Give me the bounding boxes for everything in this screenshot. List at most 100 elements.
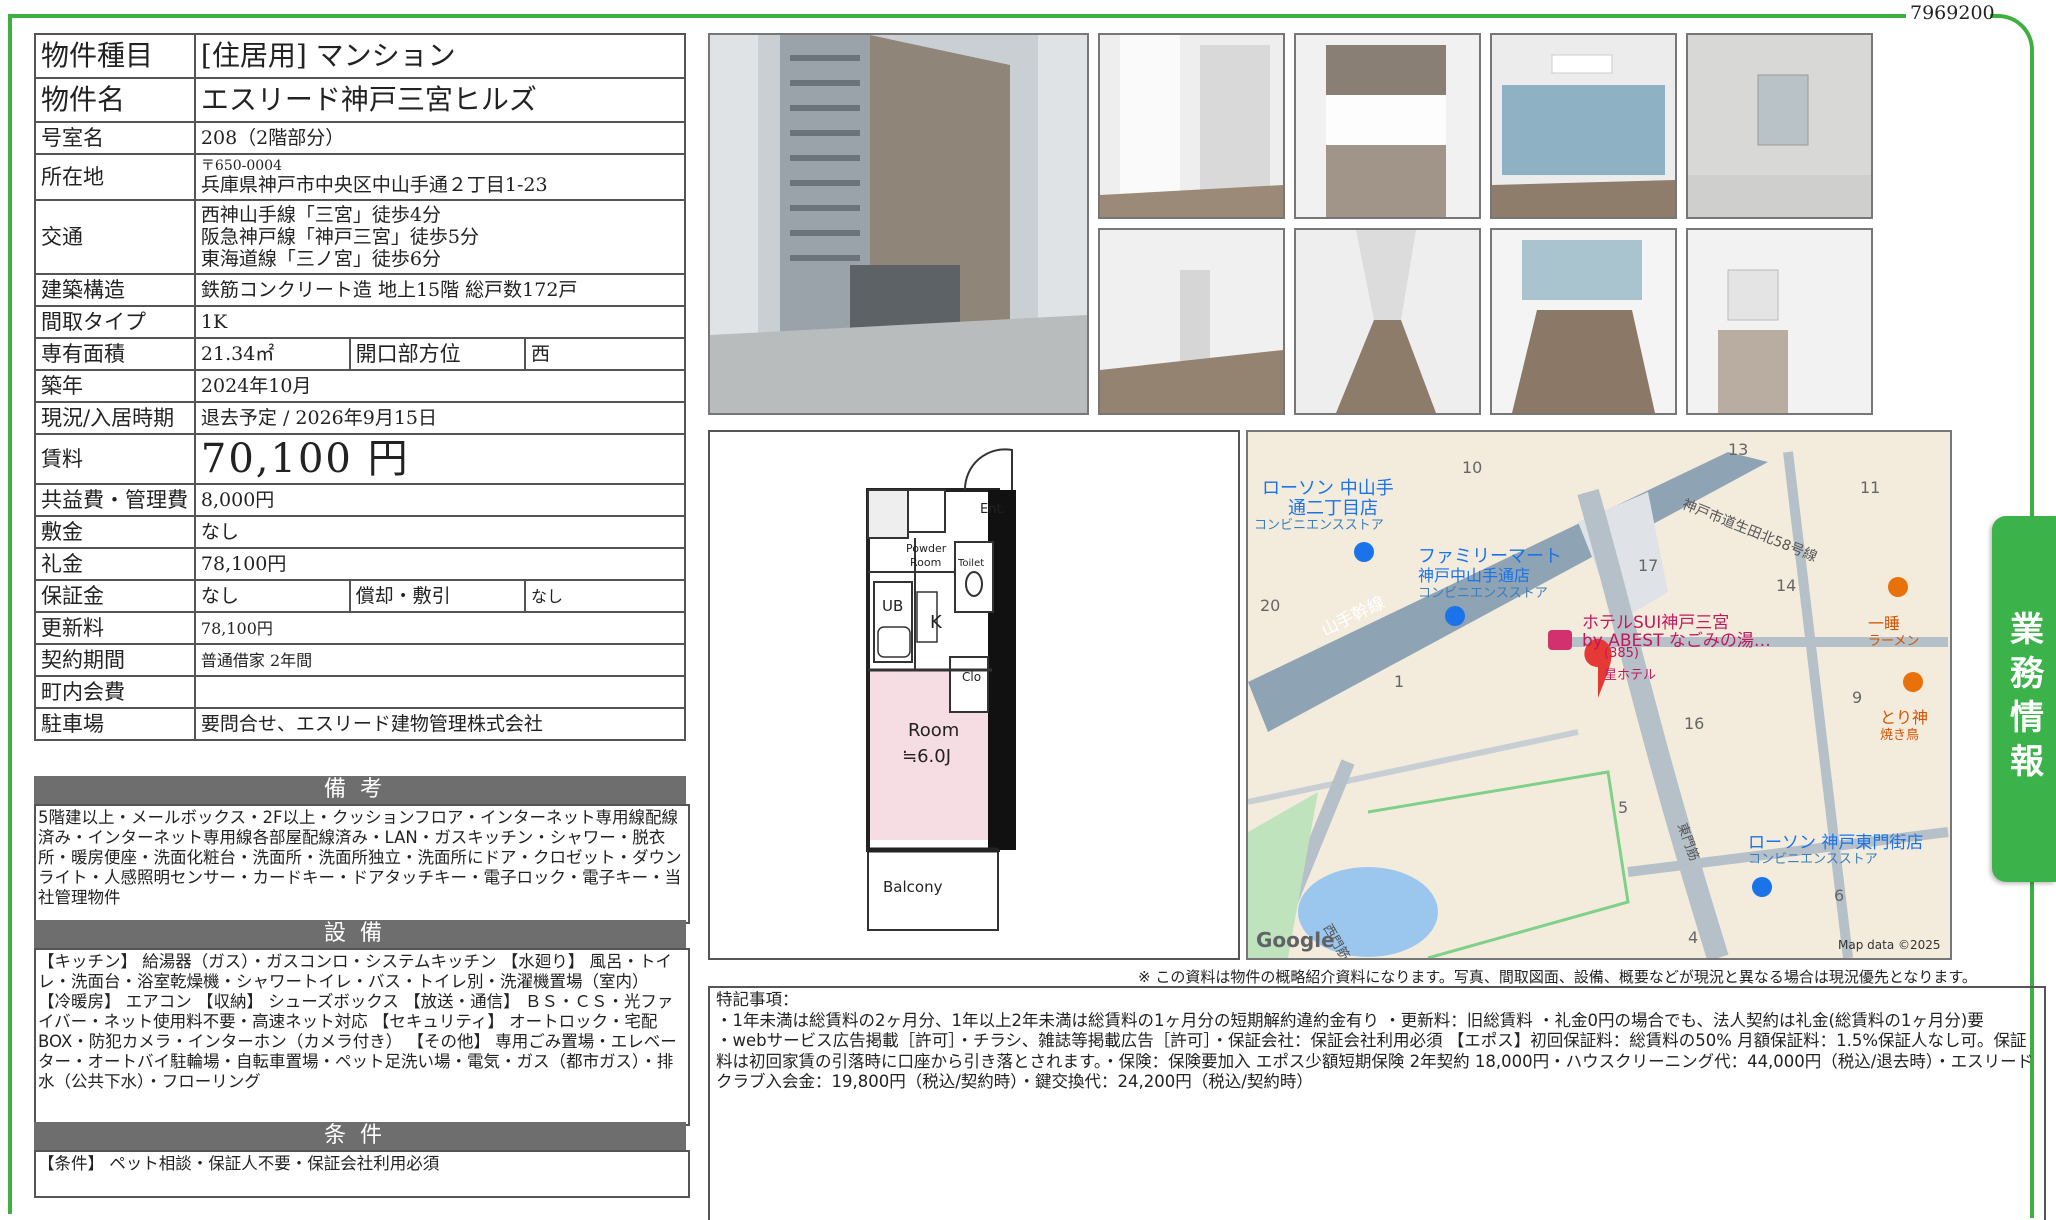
status-value: 退去予定 / 2026年9月15日 [193, 401, 687, 435]
map-label: (385) [1604, 646, 1639, 661]
map-block-number: 20 [1260, 596, 1281, 615]
access-line: 東海道線「三ノ宮」徒歩6分 [200, 248, 441, 270]
parking-label: 駐車場 [34, 707, 196, 741]
map-label: 星ホテル [1604, 668, 1657, 683]
plan-room-label: Room [908, 720, 960, 741]
remarks-line: ・1年未満は総賃料の2ヶ月分、1年以上2年未満は総賃料の1ヶ月分の短期解約違約金… [716, 1010, 1984, 1030]
type-value: [住居用] マンション [193, 33, 687, 79]
address-text: 兵庫県神戸市中央区中山手通２丁目1-23 [200, 173, 548, 196]
address-value: 〒650-0004 兵庫県神戸市中央区中山手通２丁目1-23 [193, 153, 687, 201]
setsubi-text: 【キッチン】 給湯器（ガス）・ガスコンロ・システムキッチン 【水廻り】 風呂・ト… [34, 948, 690, 1126]
map-block-number: 4 [1688, 928, 1699, 947]
rent-value: 70,100 円 [193, 433, 687, 485]
floor-plan: Ent. Powder Room Toilet UB K Clo Room ≒6… [708, 430, 1240, 960]
plan-k-label: K [930, 612, 942, 633]
structure-value: 鉄筋コンクリート造 地上15階 総戸数172戸 [193, 273, 687, 307]
map-label: コンビニエンスストア [1418, 586, 1548, 601]
structure-label: 建築構造 [34, 273, 196, 307]
plan-powder-label: Powder [906, 542, 947, 555]
contract-label: 契約期間 [34, 643, 196, 677]
renewal-value: 78,100円 [193, 611, 687, 645]
business-info-tab[interactable]: 業務情報 [1992, 516, 2056, 882]
google-logo: Google [1256, 928, 1335, 952]
map-label: コンビニエンスストア [1254, 518, 1384, 533]
closet-photo[interactable] [1098, 33, 1285, 219]
special-remarks: 特記事項： ・1年未満は総賃料の2ヶ月分、1年以上2年未満は総賃料の1ヶ月分の短… [708, 986, 2046, 1220]
remarks-line: ・webサービス広告掲載［許可］・チラシ、雑誌等掲載広告［許可］・保証会社：保証… [716, 1031, 2034, 1091]
room-window-photo[interactable] [1490, 33, 1677, 219]
deposit-value: なし [193, 515, 687, 549]
map-label: 焼き鳥 [1880, 728, 1920, 743]
zip-code: 〒650-0004 [200, 157, 282, 174]
washroom-photo[interactable] [1686, 228, 1873, 415]
fee-value: 8,000円 [193, 483, 687, 517]
access-line: 西神山手線「三宮」徒歩4分 [200, 204, 441, 226]
disclaimer-note: ※ この資料は物件の概略紹介資料になります。写真、間取図面、設備、概要などが現況… [1138, 968, 1977, 986]
map-block-number: 1 [1394, 672, 1405, 691]
area-map[interactable]: ローソン 中山手 通二丁目店 コンビニエンスストア ファミリーマート 神戸中山手… [1246, 430, 1952, 960]
bikou-header: 備考 [34, 776, 686, 804]
building-exterior-photo[interactable] [708, 33, 1089, 415]
map-block-number: 11 [1860, 478, 1881, 497]
key-money-label: 礼金 [34, 547, 196, 581]
map-credit: Map data ©2025 [1838, 938, 1941, 952]
type-label: 物件種目 [34, 33, 196, 79]
address-label: 所在地 [34, 153, 196, 201]
jouken-text: 【条件】 ペット相談・保証人不要・保証会社利用必須 [34, 1150, 690, 1198]
layout-label: 間取タイプ [34, 305, 196, 339]
plan-ub-label: UB [882, 597, 904, 615]
deposit-label: 敷金 [34, 515, 196, 549]
town-fee-value [193, 675, 687, 709]
access-value: 西神山手線「三宮」徒歩4分 阪急神戸線「神戸三宮」徒歩5分 東海道線「三ノ宮」徒歩6… [193, 199, 687, 275]
jouken-header: 条件 [34, 1122, 686, 1150]
direction-label: 開口部方位 [348, 337, 527, 371]
plan-room-size: ≒6.0J [902, 746, 952, 767]
plan-entrance-label: Ent. [980, 502, 1006, 517]
guarantee-value: なし [193, 579, 351, 613]
hallway-photo[interactable] [1294, 228, 1481, 415]
kitchen-photo[interactable] [1294, 33, 1481, 219]
bikou-text: 5階建以上・メールボックス・2F以上・クッションフロア・インターネット専用線配線… [34, 804, 690, 924]
map-block-number: 14 [1776, 576, 1797, 595]
direction-value: 西 [524, 337, 686, 371]
map-block-number: 6 [1834, 886, 1845, 905]
renewal-label: 更新料 [34, 611, 196, 645]
room-label: 号室名 [34, 121, 196, 155]
built-year-label: 築年 [34, 369, 196, 403]
status-label: 現況/入居時期 [34, 401, 196, 435]
contract-value: 普通借家 2年間 [193, 643, 687, 677]
map-block-number: 9 [1852, 688, 1863, 707]
map-label: ラーメン [1868, 634, 1920, 649]
town-fee-label: 町内会費 [34, 675, 196, 709]
map-block-number: 17 [1638, 556, 1659, 575]
document-id: 7969200 [1910, 2, 1995, 24]
room-value: 208（2階部分） [193, 121, 687, 155]
remarks-title: 特記事項： [716, 990, 799, 1009]
fee-label: 共益費・管理費 [34, 483, 196, 517]
plan-powder-room-label: Room [910, 556, 942, 569]
area-label: 専有面積 [34, 337, 196, 371]
name-value: エスリード神戸三宮ヒルズ [193, 77, 687, 123]
access-label: 交通 [34, 199, 196, 275]
key-money-value: 78,100円 [193, 547, 687, 581]
amortization-label: 償却・敷引 [348, 579, 527, 613]
name-label: 物件名 [34, 77, 196, 123]
property-spec-table: 物件種目 [住居用] マンション 物件名 エスリード神戸三宮ヒルズ 号室名 208（2… [34, 33, 687, 741]
green-frame-left [8, 14, 22, 1214]
setsubi-header: 設備 [34, 920, 686, 948]
room-corner-photo[interactable] [1098, 228, 1285, 415]
map-block-number: 16 [1684, 714, 1705, 733]
parking-value: 要問合せ、エスリード建物管理株式会社 [193, 707, 687, 741]
map-block-number: 13 [1728, 440, 1749, 459]
plan-closet-label: Clo [962, 670, 982, 684]
layout-value: 1K [193, 305, 687, 339]
built-year-value: 2024年10月 [193, 369, 687, 403]
map-block-number: 5 [1618, 798, 1629, 817]
map-label: コンビニエンスストア [1748, 852, 1878, 867]
guarantee-label: 保証金 [34, 579, 196, 613]
map-block-number: 10 [1462, 458, 1483, 477]
area-value: 21.34㎡ [193, 337, 351, 371]
bathroom-photo[interactable] [1686, 33, 1873, 219]
room-balcony-view-photo[interactable] [1490, 228, 1677, 415]
rent-label: 賃料 [34, 433, 196, 485]
